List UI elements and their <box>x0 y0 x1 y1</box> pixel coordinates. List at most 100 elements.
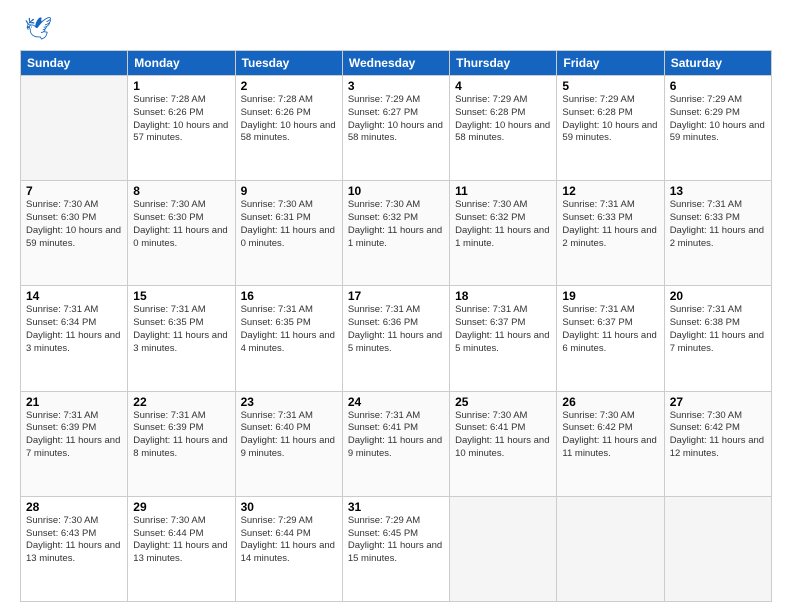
day-number: 13 <box>670 184 766 198</box>
day-number: 16 <box>241 289 337 303</box>
day-info: Sunrise: 7:31 AMSunset: 6:40 PMDaylight:… <box>241 410 337 461</box>
calendar-cell: 3 Sunrise: 7:29 AMSunset: 6:27 PMDayligh… <box>342 76 449 181</box>
day-number: 8 <box>133 184 229 198</box>
day-info: Sunrise: 7:31 AMSunset: 6:35 PMDaylight:… <box>241 304 337 355</box>
calendar-cell: 23 Sunrise: 7:31 AMSunset: 6:40 PMDaylig… <box>235 391 342 496</box>
calendar-cell <box>21 76 128 181</box>
day-info: Sunrise: 7:31 AMSunset: 6:33 PMDaylight:… <box>670 199 766 250</box>
calendar-cell: 17 Sunrise: 7:31 AMSunset: 6:36 PMDaylig… <box>342 286 449 391</box>
day-info: Sunrise: 7:30 AMSunset: 6:42 PMDaylight:… <box>670 410 766 461</box>
col-header-monday: Monday <box>128 51 235 76</box>
week-row-3: 14 Sunrise: 7:31 AMSunset: 6:34 PMDaylig… <box>21 286 772 391</box>
day-number: 20 <box>670 289 766 303</box>
day-info: Sunrise: 7:30 AMSunset: 6:32 PMDaylight:… <box>348 199 444 250</box>
day-info: Sunrise: 7:29 AMSunset: 6:44 PMDaylight:… <box>241 515 337 566</box>
day-info: Sunrise: 7:31 AMSunset: 6:38 PMDaylight:… <box>670 304 766 355</box>
calendar-cell: 5 Sunrise: 7:29 AMSunset: 6:28 PMDayligh… <box>557 76 664 181</box>
day-number: 12 <box>562 184 658 198</box>
calendar-cell: 16 Sunrise: 7:31 AMSunset: 6:35 PMDaylig… <box>235 286 342 391</box>
header: 🕊 <box>20 16 772 42</box>
calendar-cell: 24 Sunrise: 7:31 AMSunset: 6:41 PMDaylig… <box>342 391 449 496</box>
col-header-sunday: Sunday <box>21 51 128 76</box>
page: 🕊 SundayMondayTuesdayWednesdayThursdayFr… <box>0 0 792 612</box>
day-number: 7 <box>26 184 122 198</box>
calendar-cell: 15 Sunrise: 7:31 AMSunset: 6:35 PMDaylig… <box>128 286 235 391</box>
day-info: Sunrise: 7:29 AMSunset: 6:28 PMDaylight:… <box>455 94 551 145</box>
week-row-4: 21 Sunrise: 7:31 AMSunset: 6:39 PMDaylig… <box>21 391 772 496</box>
day-info: Sunrise: 7:31 AMSunset: 6:33 PMDaylight:… <box>562 199 658 250</box>
day-info: Sunrise: 7:29 AMSunset: 6:27 PMDaylight:… <box>348 94 444 145</box>
calendar-cell: 8 Sunrise: 7:30 AMSunset: 6:30 PMDayligh… <box>128 181 235 286</box>
day-number: 30 <box>241 500 337 514</box>
day-info: Sunrise: 7:31 AMSunset: 6:34 PMDaylight:… <box>26 304 122 355</box>
calendar-cell: 31 Sunrise: 7:29 AMSunset: 6:45 PMDaylig… <box>342 496 449 601</box>
calendar-cell: 22 Sunrise: 7:31 AMSunset: 6:39 PMDaylig… <box>128 391 235 496</box>
day-number: 19 <box>562 289 658 303</box>
day-info: Sunrise: 7:30 AMSunset: 6:32 PMDaylight:… <box>455 199 551 250</box>
day-number: 22 <box>133 395 229 409</box>
calendar-cell: 30 Sunrise: 7:29 AMSunset: 6:44 PMDaylig… <box>235 496 342 601</box>
day-number: 24 <box>348 395 444 409</box>
day-number: 17 <box>348 289 444 303</box>
calendar-cell: 25 Sunrise: 7:30 AMSunset: 6:41 PMDaylig… <box>450 391 557 496</box>
day-info: Sunrise: 7:31 AMSunset: 6:41 PMDaylight:… <box>348 410 444 461</box>
calendar-cell: 2 Sunrise: 7:28 AMSunset: 6:26 PMDayligh… <box>235 76 342 181</box>
day-info: Sunrise: 7:30 AMSunset: 6:44 PMDaylight:… <box>133 515 229 566</box>
calendar-cell: 18 Sunrise: 7:31 AMSunset: 6:37 PMDaylig… <box>450 286 557 391</box>
week-row-1: 1 Sunrise: 7:28 AMSunset: 6:26 PMDayligh… <box>21 76 772 181</box>
day-number: 10 <box>348 184 444 198</box>
day-number: 11 <box>455 184 551 198</box>
day-number: 18 <box>455 289 551 303</box>
day-info: Sunrise: 7:31 AMSunset: 6:39 PMDaylight:… <box>26 410 122 461</box>
calendar-header-row: SundayMondayTuesdayWednesdayThursdayFrid… <box>21 51 772 76</box>
calendar-table: SundayMondayTuesdayWednesdayThursdayFrid… <box>20 50 772 602</box>
calendar-cell: 10 Sunrise: 7:30 AMSunset: 6:32 PMDaylig… <box>342 181 449 286</box>
calendar-cell <box>664 496 771 601</box>
day-number: 14 <box>26 289 122 303</box>
day-info: Sunrise: 7:28 AMSunset: 6:26 PMDaylight:… <box>133 94 229 145</box>
calendar-cell: 6 Sunrise: 7:29 AMSunset: 6:29 PMDayligh… <box>664 76 771 181</box>
day-info: Sunrise: 7:29 AMSunset: 6:45 PMDaylight:… <box>348 515 444 566</box>
day-info: Sunrise: 7:31 AMSunset: 6:37 PMDaylight:… <box>455 304 551 355</box>
day-info: Sunrise: 7:30 AMSunset: 6:31 PMDaylight:… <box>241 199 337 250</box>
day-info: Sunrise: 7:31 AMSunset: 6:36 PMDaylight:… <box>348 304 444 355</box>
calendar-cell: 21 Sunrise: 7:31 AMSunset: 6:39 PMDaylig… <box>21 391 128 496</box>
col-header-tuesday: Tuesday <box>235 51 342 76</box>
day-number: 25 <box>455 395 551 409</box>
calendar-cell <box>557 496 664 601</box>
day-number: 9 <box>241 184 337 198</box>
logo: 🕊 <box>20 16 52 42</box>
day-number: 23 <box>241 395 337 409</box>
day-number: 6 <box>670 79 766 93</box>
day-info: Sunrise: 7:31 AMSunset: 6:35 PMDaylight:… <box>133 304 229 355</box>
calendar-cell: 20 Sunrise: 7:31 AMSunset: 6:38 PMDaylig… <box>664 286 771 391</box>
calendar-cell: 19 Sunrise: 7:31 AMSunset: 6:37 PMDaylig… <box>557 286 664 391</box>
day-number: 3 <box>348 79 444 93</box>
calendar-cell <box>450 496 557 601</box>
col-header-saturday: Saturday <box>664 51 771 76</box>
day-number: 1 <box>133 79 229 93</box>
day-number: 26 <box>562 395 658 409</box>
day-number: 27 <box>670 395 766 409</box>
calendar-cell: 27 Sunrise: 7:30 AMSunset: 6:42 PMDaylig… <box>664 391 771 496</box>
day-number: 21 <box>26 395 122 409</box>
calendar-cell: 29 Sunrise: 7:30 AMSunset: 6:44 PMDaylig… <box>128 496 235 601</box>
col-header-thursday: Thursday <box>450 51 557 76</box>
day-info: Sunrise: 7:29 AMSunset: 6:29 PMDaylight:… <box>670 94 766 145</box>
day-info: Sunrise: 7:30 AMSunset: 6:30 PMDaylight:… <box>26 199 122 250</box>
logo-bird-icon: 🕊 <box>24 16 52 42</box>
day-info: Sunrise: 7:30 AMSunset: 6:41 PMDaylight:… <box>455 410 551 461</box>
day-info: Sunrise: 7:30 AMSunset: 6:30 PMDaylight:… <box>133 199 229 250</box>
day-number: 4 <box>455 79 551 93</box>
calendar-cell: 9 Sunrise: 7:30 AMSunset: 6:31 PMDayligh… <box>235 181 342 286</box>
day-info: Sunrise: 7:30 AMSunset: 6:43 PMDaylight:… <box>26 515 122 566</box>
day-info: Sunrise: 7:31 AMSunset: 6:37 PMDaylight:… <box>562 304 658 355</box>
day-number: 29 <box>133 500 229 514</box>
calendar-cell: 7 Sunrise: 7:30 AMSunset: 6:30 PMDayligh… <box>21 181 128 286</box>
week-row-5: 28 Sunrise: 7:30 AMSunset: 6:43 PMDaylig… <box>21 496 772 601</box>
day-number: 15 <box>133 289 229 303</box>
day-info: Sunrise: 7:28 AMSunset: 6:26 PMDaylight:… <box>241 94 337 145</box>
day-number: 28 <box>26 500 122 514</box>
day-number: 2 <box>241 79 337 93</box>
calendar-cell: 26 Sunrise: 7:30 AMSunset: 6:42 PMDaylig… <box>557 391 664 496</box>
